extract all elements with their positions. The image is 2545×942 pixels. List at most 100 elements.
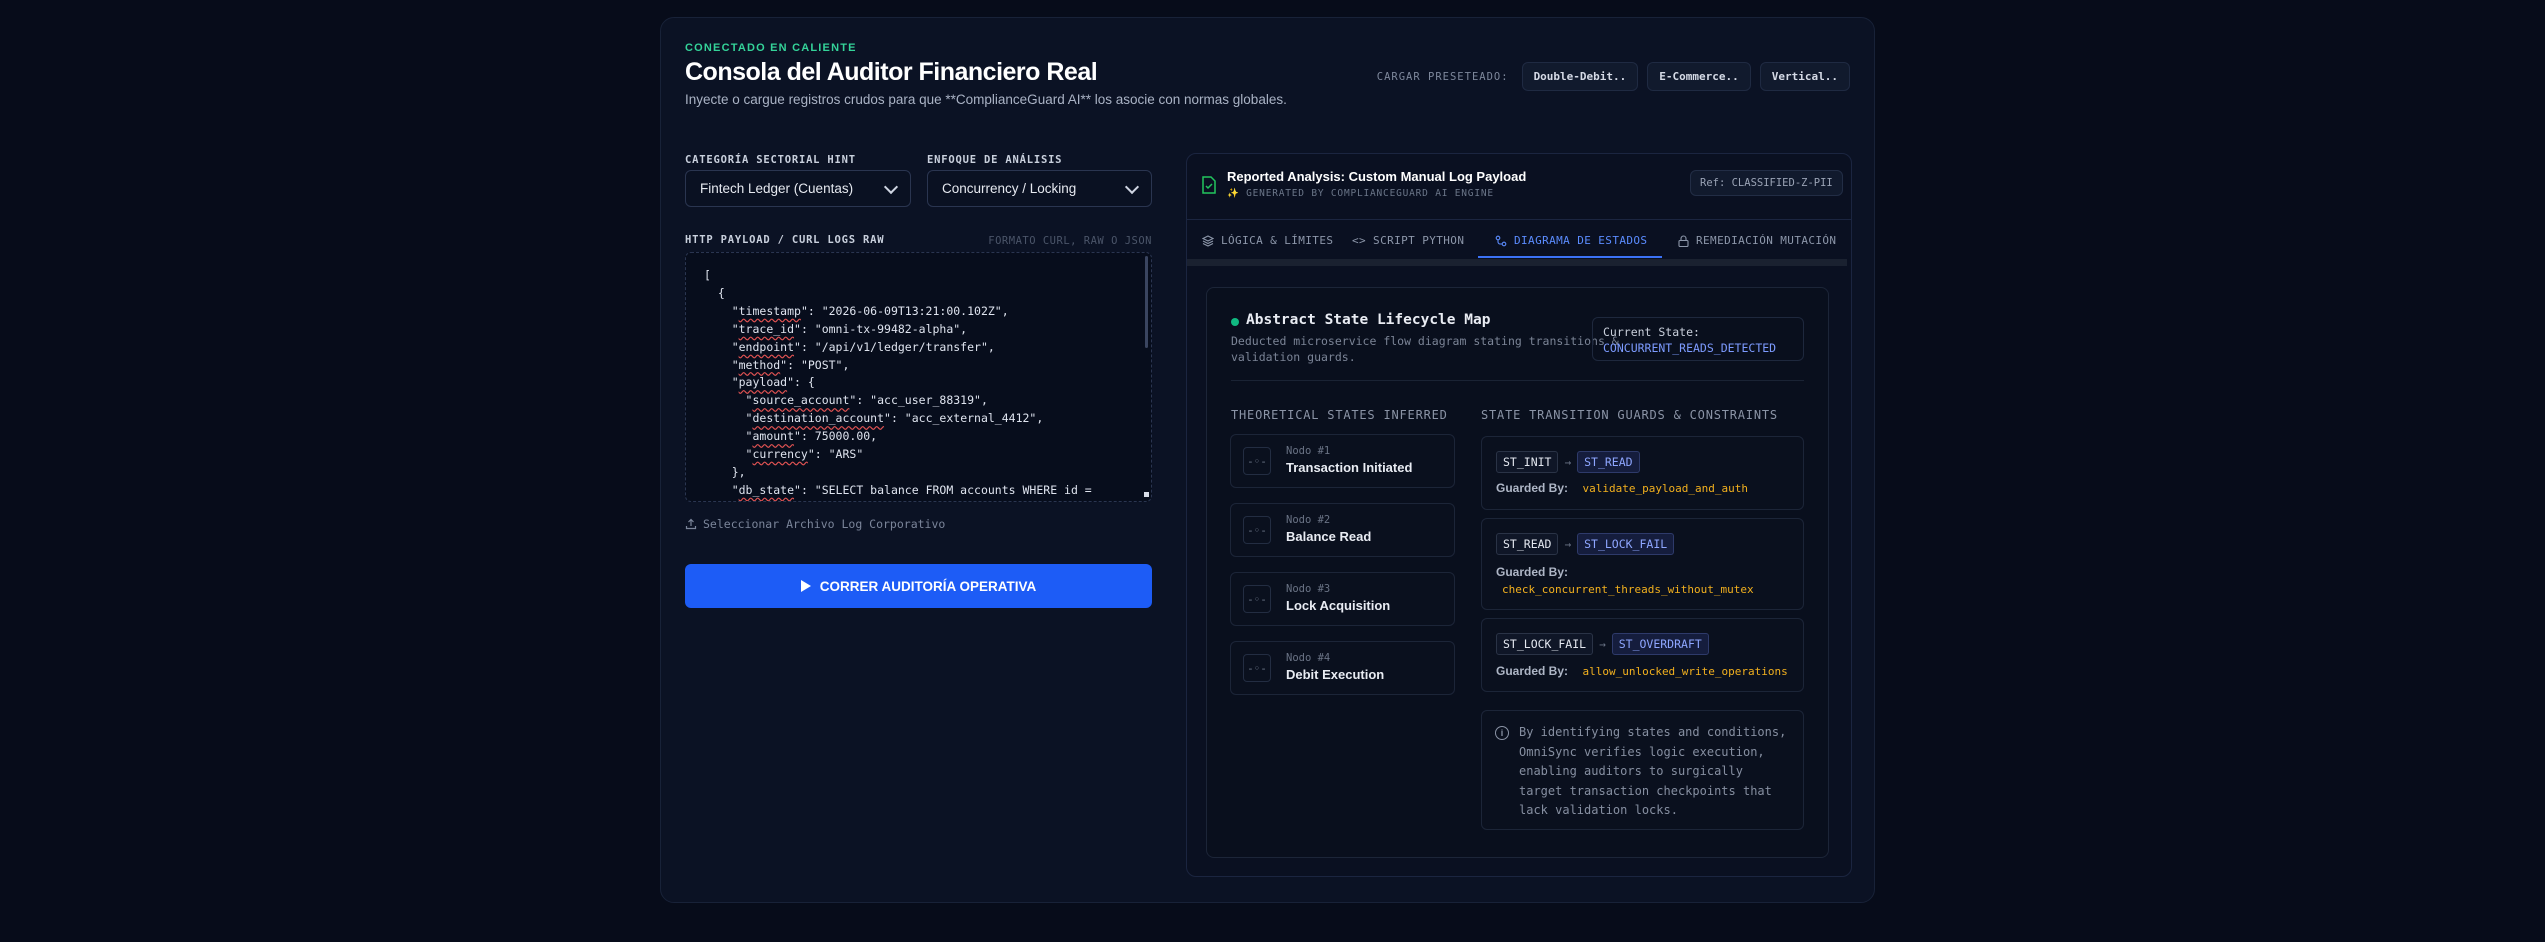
tab-logic-limits[interactable]: LÓGICA & LÍMITES [1202, 224, 1333, 257]
state-node: -◦- Nodo #3 Lock Acquisition [1230, 572, 1455, 626]
state-node: -◦- Nodo #1 Transaction Initiated [1230, 434, 1455, 488]
payload-line: "db_state": "SELECT balance FROM account… [704, 482, 1092, 497]
tab-label: LÓGICA & LÍMITES [1221, 234, 1334, 247]
current-state-box: Current State: CONCURRENT_READS_DETECTED [1592, 317, 1804, 361]
payload-line: "payload": { [704, 375, 815, 390]
guards-heading: STATE TRANSITION GUARDS & CONSTRAINTS [1481, 408, 1778, 422]
state-to: ST_LOCK_FAIL [1577, 533, 1675, 555]
node-icon: -◦- [1243, 447, 1271, 475]
diagram-title: Abstract State Lifecycle Map [1246, 312, 1491, 328]
page-title: Consola del Auditor Financiero Real [685, 58, 1098, 86]
payload-line: "trace_id": "omni-tx-99482-alpha", [704, 321, 968, 336]
transition-guard: ST_LOCK_FAIL → ST_OVERDRAFT Guarded By: al… [1481, 618, 1804, 692]
state-from: ST_INIT [1496, 451, 1559, 473]
status-dot [1231, 318, 1239, 326]
payload-line: "amount": 75000.00, [704, 429, 878, 444]
upload-log-link[interactable]: Seleccionar Archivo Log Corporativo [685, 517, 945, 531]
payload-line: { [704, 285, 725, 300]
state-node: -◦- Nodo #4 Debit Execution [1230, 641, 1455, 695]
report-ref-badge: Ref: CLASSIFIED-Z-PII [1690, 170, 1843, 196]
node-name: Transaction Initiated [1286, 460, 1413, 475]
report-title: Reported Analysis: Custom Manual Log Pay… [1227, 169, 1527, 184]
payload-line: }, [704, 464, 746, 479]
tab-remediation[interactable]: REMEDIACIÓN MUTACIÓN [1678, 224, 1836, 257]
category-label: CATEGORÍA SECTORIAL HINT [685, 154, 856, 166]
node-name: Lock Acquisition [1286, 598, 1391, 613]
node-number: Nodo #3 [1286, 583, 1331, 595]
states-heading: THEORETICAL STATES INFERRED [1231, 408, 1448, 422]
tab-label: SCRIPT PYTHON [1373, 234, 1465, 247]
info-note: i By identifying states and conditions, … [1481, 710, 1804, 830]
diagram-description: Deducted microservice flow diagram stati… [1231, 334, 1619, 364]
focus-select[interactable]: Concurrency / Locking [927, 170, 1152, 207]
payload-label: HTTP PAYLOAD / CURL LOGS RAW [685, 234, 885, 246]
layers-icon [1202, 234, 1214, 247]
active-tab-indicator [1478, 256, 1662, 258]
divider [1231, 380, 1804, 381]
info-text: By identifying states and conditions, Om… [1519, 725, 1787, 817]
preset-label: CARGAR PRESETEADO: [1376, 70, 1509, 83]
category-select[interactable]: Fintech Ledger (Cuentas) [685, 170, 911, 207]
resize-handle[interactable] [1144, 492, 1149, 497]
payload-format-hint: FORMATO CURL, RAW O JSON [988, 235, 1152, 247]
tab-python-script[interactable]: <> SCRIPT PYTHON [1352, 224, 1464, 257]
payload-scrollbar[interactable] [1145, 256, 1148, 348]
document-check-icon [1202, 176, 1216, 194]
payload-line: "method": "POST", [704, 357, 850, 372]
node-number: Nodo #1 [1286, 445, 1331, 457]
run-audit-button[interactable]: CORRER AUDITORÍA OPERATIVA [685, 564, 1152, 608]
preset-double-debit[interactable]: Double-Debit.. [1521, 62, 1639, 91]
preset-ecommerce[interactable]: E-Commerce.. [1647, 62, 1751, 91]
guard-label: Guarded By: [1496, 565, 1569, 579]
arrow-right-icon: → [1564, 538, 1572, 551]
guard-label: Guarded By: [1496, 664, 1569, 678]
payload-textarea[interactable]: [ { "timestamp": "2026-06-09T13:21:00.10… [685, 252, 1152, 502]
tab-label: REMEDIACIÓN MUTACIÓN [1696, 234, 1837, 247]
upload-icon [685, 518, 697, 530]
workflow-icon [1495, 235, 1507, 246]
upload-label: Seleccionar Archivo Log Corporativo [703, 517, 946, 531]
state-to: ST_OVERDRAFT [1611, 633, 1709, 655]
payload-line: [ [704, 268, 711, 282]
node-icon: -◦- [1243, 654, 1271, 682]
focus-label: ENFOQUE DE ANÁLISIS [927, 154, 1063, 166]
code-icon: <> [1352, 234, 1367, 247]
guard-label: Guarded By: [1496, 481, 1569, 495]
node-name: Balance Read [1286, 529, 1372, 544]
payload-line: "endpoint": "/api/v1/ledger/transfer", [704, 339, 995, 354]
payload-line: "currency": "ARS" [704, 447, 864, 462]
lock-icon [1678, 234, 1689, 247]
state-node: -◦- Nodo #2 Balance Read [1230, 503, 1455, 557]
state-from: ST_READ [1496, 533, 1559, 555]
payload-line: "destination_account": "acc_external_441… [704, 411, 1044, 426]
state-to: ST_READ [1577, 451, 1640, 473]
guard-function: validate_payload_and_auth [1582, 482, 1749, 495]
guard-function: check_concurrent_threads_without_mutex [1502, 583, 1754, 596]
guard-function: allow_unlocked_write_operations [1582, 665, 1788, 678]
play-icon [800, 580, 811, 592]
transition-guard: ST_INIT → ST_READ Guarded By: validate_pay… [1481, 436, 1804, 510]
node-icon: -◦- [1243, 585, 1271, 613]
tab-state-diagram[interactable]: DIAGRAMA DE ESTADOS [1495, 224, 1647, 257]
tab-label: DIAGRAMA DE ESTADOS [1514, 234, 1648, 247]
live-status: CONECTADO EN CALIENTE [685, 42, 857, 54]
preset-vertical[interactable]: Vertical.. [1759, 62, 1850, 91]
node-name: Debit Execution [1286, 667, 1385, 682]
arrow-right-icon: → [1564, 456, 1572, 469]
payload-line: "source_account": "acc_user_88319", [704, 393, 988, 408]
report-subtitle: ✨ GENERATED BY COMPLIANCEGUARD AI ENGINE [1227, 188, 1494, 199]
payload-line: "timestamp": "2026-06-09T13:21:00.102Z", [704, 303, 1009, 318]
current-state-label: Current State: [1603, 325, 1700, 339]
tab-content-band [1187, 259, 1847, 266]
transition-guard: ST_READ → ST_LOCK_FAIL Guarded By: check_c… [1481, 518, 1804, 610]
info-icon: i [1495, 726, 1509, 740]
run-audit-label: CORRER AUDITORÍA OPERATIVA [819, 578, 1037, 594]
chevron-down-icon [1124, 179, 1140, 194]
category-value: Fintech Ledger (Cuentas) [700, 181, 854, 196]
state-from: ST_LOCK_FAIL [1496, 633, 1594, 655]
node-icon: -◦- [1243, 516, 1271, 544]
preset-bar: CARGAR PRESETEADO: Double-Debit.. E-Comm… [1377, 62, 1850, 91]
arrow-right-icon: → [1599, 638, 1606, 651]
focus-value: Concurrency / Locking [942, 181, 1077, 196]
node-number: Nodo #2 [1286, 514, 1331, 526]
